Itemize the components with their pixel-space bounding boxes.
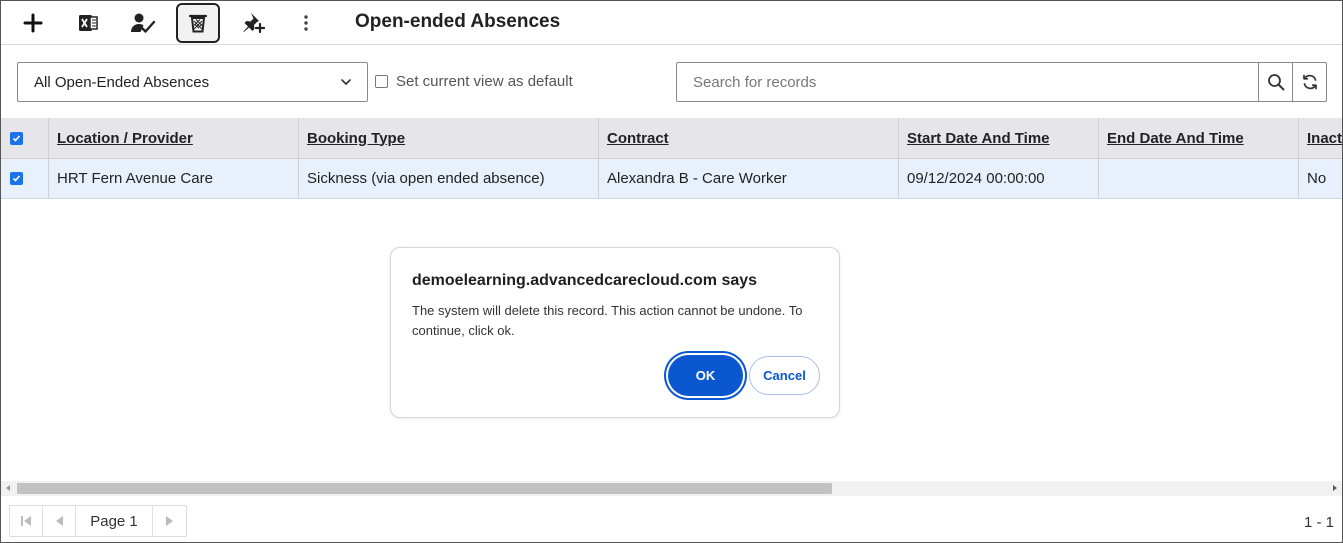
page-title: Open-ended Absences <box>355 11 561 32</box>
records-grid: Location / Provider Booking Type Contrac… <box>1 118 1342 199</box>
pager: Page 1 <box>9 505 187 537</box>
plus-icon <box>23 13 43 33</box>
delete-bin-icon <box>188 14 208 33</box>
scroll-right-icon[interactable] <box>1333 485 1337 491</box>
more-vertical-icon <box>304 15 308 31</box>
set-default-view-label: Set current view as default <box>396 73 573 90</box>
checkbox-box[interactable] <box>375 75 388 88</box>
column-header-end-date[interactable]: End Date And Time <box>1099 118 1299 158</box>
column-header-location[interactable]: Location / Provider <box>49 118 299 158</box>
horizontal-scrollbar[interactable] <box>1 481 1342 496</box>
ok-button[interactable]: OK <box>668 355 743 396</box>
delete-button[interactable] <box>176 3 220 43</box>
view-select[interactable]: All Open-Ended Absences <box>17 62 368 102</box>
pin-add-button[interactable] <box>231 3 275 43</box>
prev-page-button[interactable] <box>43 506 76 536</box>
add-button[interactable] <box>11 3 55 43</box>
cell-end-date <box>1099 159 1299 198</box>
refresh-icon <box>1302 74 1317 90</box>
record-count: 1 - 1 <box>1303 514 1334 531</box>
cell-booking-type: Sickness (via open ended absence) <box>299 159 599 198</box>
view-select-value: All Open-Ended Absences <box>34 73 210 91</box>
row-select-cell <box>1 159 49 198</box>
scroll-left-icon[interactable] <box>6 485 10 491</box>
select-all-checkbox[interactable] <box>10 131 23 145</box>
excel-export-icon <box>79 15 98 31</box>
first-page-icon <box>21 516 31 526</box>
toolbar: Open-ended Absences <box>1 1 1342 45</box>
first-page-button[interactable] <box>10 506 43 536</box>
app-window: Open-ended Absences All Open-Ended Absen… <box>0 0 1343 543</box>
dialog-title: demoelearning.advancedcarecloud.com says <box>412 272 758 289</box>
cell-contract: Alexandra B - Care Worker <box>599 159 899 198</box>
column-header-booking-type[interactable]: Booking Type <box>299 118 599 158</box>
next-page-icon <box>165 516 173 526</box>
search-input[interactable]: Search for records <box>676 62 1259 102</box>
set-default-view-checkbox[interactable]: Set current view as default <box>375 73 573 90</box>
cancel-button[interactable]: Cancel <box>749 356 820 395</box>
pin-add-icon <box>243 13 265 34</box>
next-page-button[interactable] <box>153 506 186 536</box>
column-header-contract[interactable]: Contract <box>599 118 899 158</box>
confirm-dialog: demoelearning.advancedcarecloud.com says… <box>390 247 840 418</box>
grid-header-row: Location / Provider Booking Type Contrac… <box>1 118 1342 159</box>
export-excel-button[interactable] <box>66 3 110 43</box>
approve-user-button[interactable] <box>121 3 165 43</box>
refresh-button[interactable] <box>1292 62 1327 102</box>
search-button[interactable] <box>1258 62 1293 102</box>
cell-start-date: 09/12/2024 00:00:00 <box>899 159 1099 198</box>
page-indicator: Page 1 <box>76 506 153 536</box>
column-header-start-date[interactable]: Start Date And Time <box>899 118 1099 158</box>
cell-location: HRT Fern Avenue Care <box>49 159 299 198</box>
user-check-icon <box>131 13 156 33</box>
prev-page-icon <box>56 516 63 526</box>
select-all-cell <box>1 118 49 158</box>
cell-inactive: No <box>1307 170 1327 187</box>
search-icon <box>1267 74 1284 91</box>
row-checkbox[interactable] <box>10 172 23 185</box>
chevron-down-icon <box>341 79 351 85</box>
table-row[interactable]: HRT Fern Avenue Care Sickness (via open … <box>1 159 1342 199</box>
search-placeholder: Search for records <box>693 73 817 91</box>
more-options-button[interactable] <box>284 3 328 43</box>
scrollbar-thumb[interactable] <box>17 483 832 494</box>
column-header-inactive[interactable]: Inactive <box>1299 118 1342 158</box>
dialog-message: The system will delete this record. This… <box>412 303 803 338</box>
